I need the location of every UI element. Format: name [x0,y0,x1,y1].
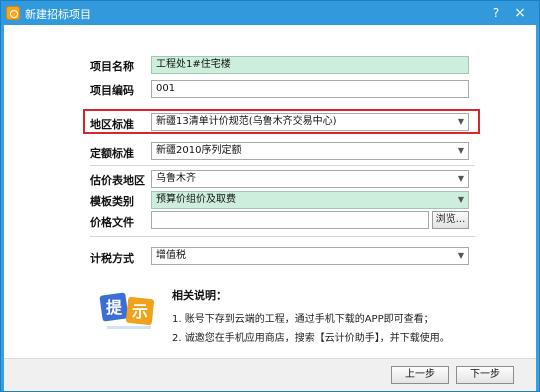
tax-method-label: 计税方式： [90,252,167,265]
title-bar: 新建招标项目 ? × [1,1,539,25]
divider [90,236,475,237]
svg-text:示: 示 [132,302,148,321]
tip-icon: 提 示 [99,292,154,329]
quota-standard-select[interactable]: 新疆2010序列定额 ▼ [151,142,469,160]
project-code-label: 项目编码： [90,84,167,97]
template-type-select[interactable]: 预算价组价及取费 ▼ [151,191,469,209]
app-logo-icon [6,6,20,20]
price-file-label: 价格文件： [90,216,167,229]
browse-button[interactable]: 浏览... [432,211,469,229]
region-standard-select[interactable]: 新疆13清单计价规范(乌鲁木齐交易中心) ▼ [151,113,469,131]
chevron-down-icon: ▼ [457,117,464,126]
tip-item-2: 2. 诚邀您在手机应用商店，搜索【云计价助手】，并下载使用。 [172,333,450,344]
next-step-button[interactable]: 下一步 [456,366,514,384]
price-region-label: 估价表地区： [90,174,167,187]
price-region-select[interactable]: 乌鲁木齐 ▼ [151,170,469,188]
chevron-down-icon: ▼ [457,174,464,183]
svg-text:提: 提 [106,298,123,317]
quota-standard-label: 定额标准： [90,147,167,160]
price-file-input[interactable] [151,211,429,229]
project-code-input[interactable]: 001 [151,80,469,98]
project-name-label: 项目名称： [90,60,167,73]
help-button[interactable]: ? [487,4,505,22]
window-title: 新建招标项目 [25,8,91,21]
region-standard-label: 地区标准： [90,118,167,131]
close-button[interactable]: × [511,4,529,22]
tip-item-1: 1. 账号下存到云端的工程，通过手机下载的APP即可查看； [172,314,434,325]
divider [90,165,475,166]
tax-method-select[interactable]: 增值税 ▼ [151,247,469,265]
dialog-footer: 上一步 下一步 [4,358,536,391]
chevron-down-icon: ▼ [457,195,464,204]
project-name-input[interactable]: 工程处1#住宅楼 [151,56,469,74]
dialog-window: 新建招标项目 ? × 项目名称： 工程处1#住宅楼 项目编码： 001 地区标准… [0,0,540,392]
previous-step-button[interactable]: 上一步 [391,366,449,384]
chevron-down-icon: ▼ [457,251,464,260]
dialog-content: 项目名称： 工程处1#住宅楼 项目编码： 001 地区标准： 新疆13清单计价规… [4,25,536,358]
chevron-down-icon: ▼ [457,146,464,155]
template-type-label: 模板类别： [90,195,167,208]
tips-title: 相关说明： [172,289,227,302]
